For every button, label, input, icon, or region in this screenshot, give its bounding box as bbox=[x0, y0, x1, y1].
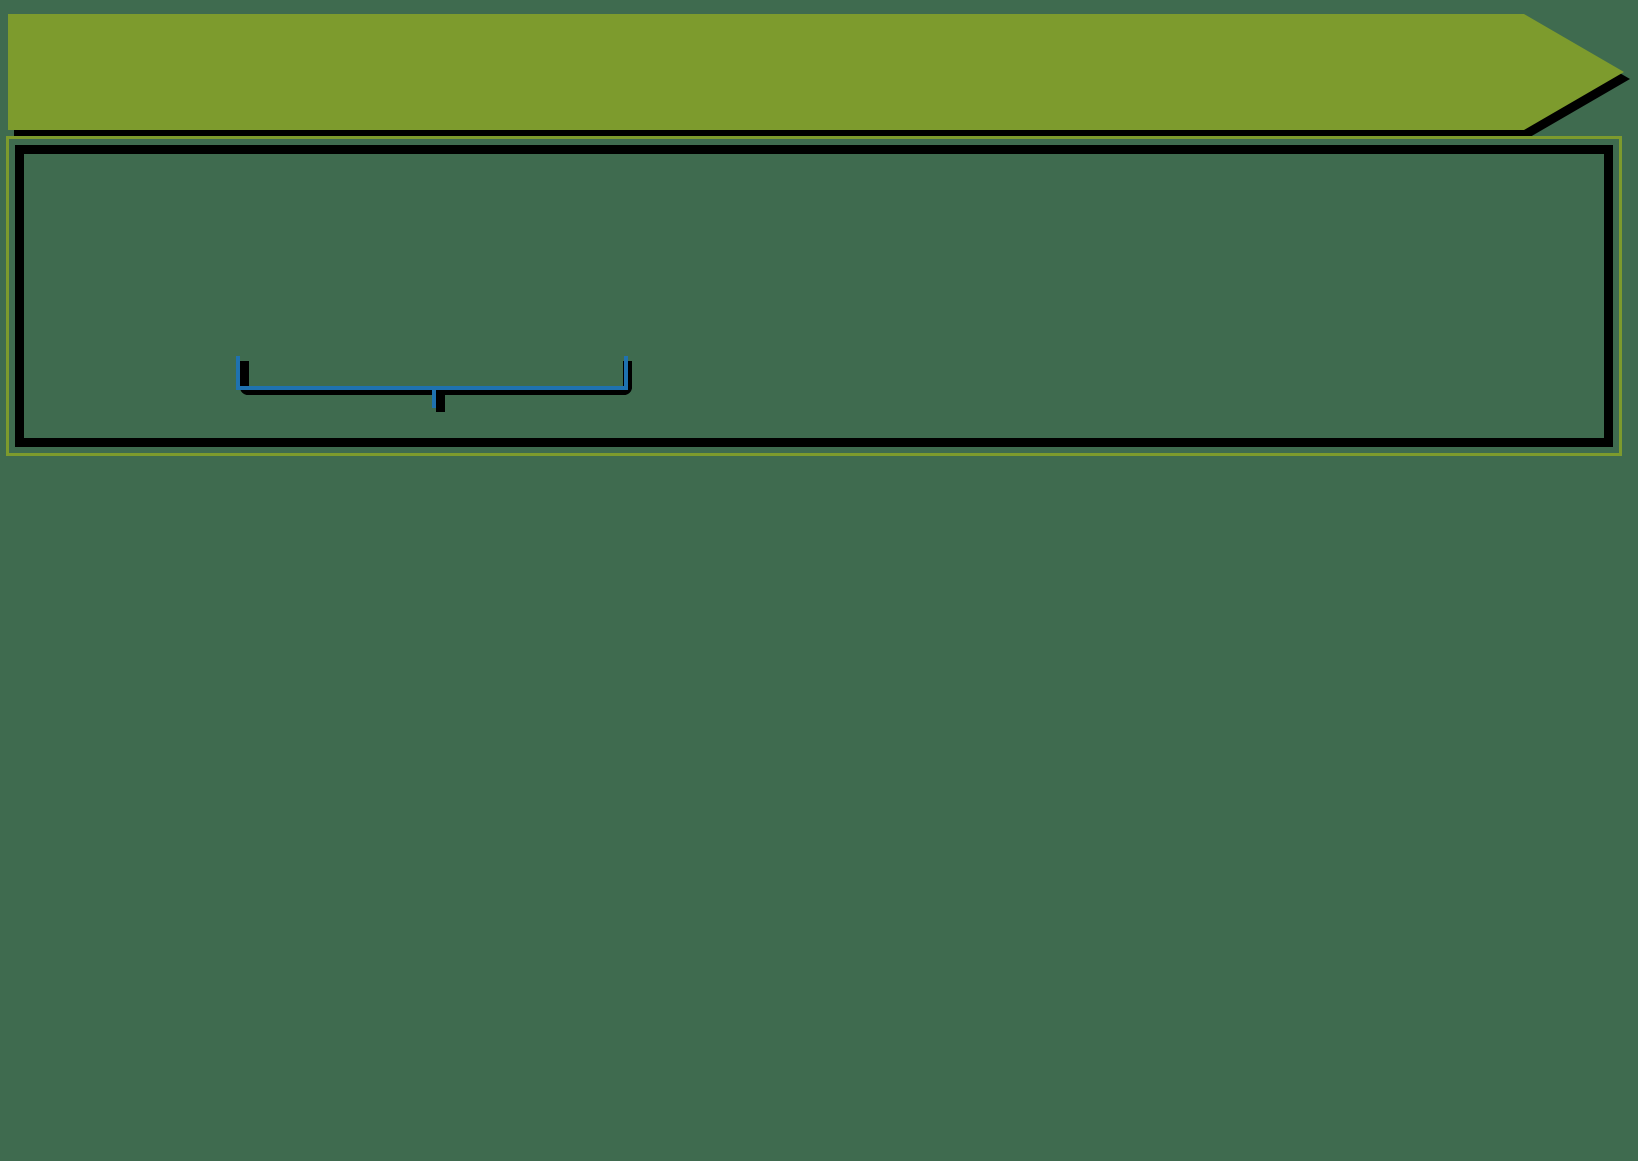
header-banner-arrow bbox=[8, 14, 1624, 130]
bracket-line bbox=[236, 356, 628, 390]
header-banner bbox=[8, 14, 1630, 137]
document-row bbox=[0, 170, 1638, 460]
risk-assessment-bracket bbox=[236, 356, 632, 412]
bracket-stem-shadow bbox=[436, 390, 445, 412]
bracket-stem bbox=[432, 386, 436, 408]
